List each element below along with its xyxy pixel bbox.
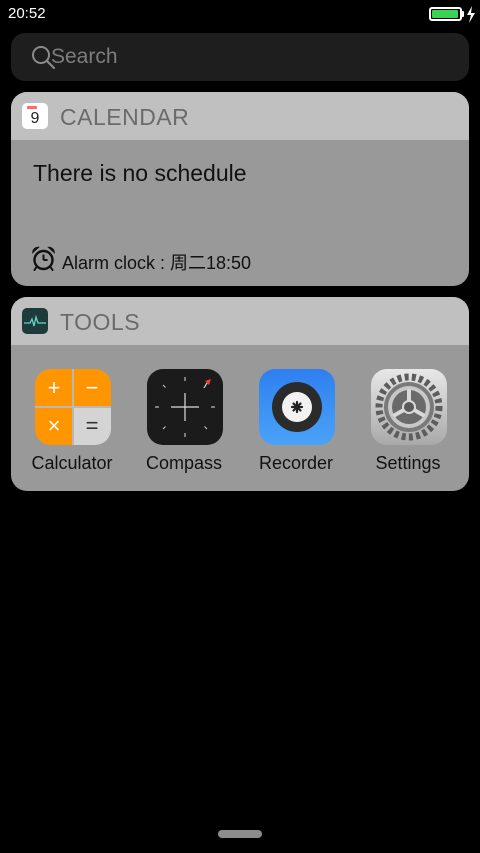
app-label-compass: Compass bbox=[145, 453, 223, 473]
calc-divider-h bbox=[35, 406, 111, 408]
calendar-icon-header bbox=[27, 106, 37, 109]
status-bar: 20:52 bbox=[0, 0, 480, 28]
app-recorder[interactable]: Recorder bbox=[241, 369, 351, 481]
recorder-icon bbox=[259, 369, 335, 445]
home-indicator[interactable] bbox=[218, 830, 262, 838]
app-calculator[interactable]: + − × = Calculator bbox=[17, 369, 127, 481]
schedule-text: There is no schedule bbox=[33, 160, 247, 186]
calendar-icon: 9 bbox=[22, 103, 48, 129]
calc-minus: − bbox=[73, 369, 111, 407]
calendar-widget-header[interactable]: 9 CALENDAR bbox=[11, 92, 469, 140]
search-bar[interactable] bbox=[11, 33, 469, 81]
calendar-icon-day: 9 bbox=[30, 110, 40, 127]
alarm-clock-icon bbox=[32, 246, 55, 271]
tools-widget-header[interactable]: TOOLS bbox=[11, 297, 469, 345]
app-compass[interactable]: Compass bbox=[129, 369, 239, 481]
charging-bolt-icon bbox=[467, 6, 475, 23]
status-time: 20:52 bbox=[8, 5, 46, 22]
tools-icon bbox=[22, 308, 48, 334]
app-label-settings: Settings bbox=[375, 453, 441, 473]
calculator-icon: + − × = bbox=[35, 369, 111, 445]
compass-dial bbox=[155, 377, 215, 437]
calendar-widget[interactable]: 9 CALENDAR There is no schedule Alarm cl… bbox=[11, 92, 469, 286]
calendar-widget-title: CALENDAR bbox=[60, 104, 190, 130]
tools-widget: TOOLS + − × = Calculator Compass Recorde… bbox=[11, 297, 469, 491]
compass-icon bbox=[147, 369, 223, 445]
app-label-calculator: Calculator bbox=[31, 453, 113, 473]
settings-gear-icon bbox=[371, 369, 447, 445]
battery-level bbox=[432, 10, 458, 18]
recorder-dial bbox=[272, 382, 322, 432]
activity-line-icon bbox=[24, 314, 46, 327]
gear-shape bbox=[375, 373, 443, 441]
app-settings[interactable]: Settings bbox=[353, 369, 463, 481]
search-input[interactable] bbox=[51, 33, 451, 81]
tools-widget-title: TOOLS bbox=[60, 309, 141, 335]
battery-icon bbox=[429, 7, 462, 21]
alarm-text[interactable]: Alarm clock : 周二18:50 bbox=[62, 249, 251, 275]
app-label-recorder: Recorder bbox=[258, 453, 334, 473]
calc-plus: + bbox=[35, 369, 73, 407]
calc-equals: = bbox=[73, 407, 111, 445]
battery-tip bbox=[462, 11, 464, 17]
calc-times: × bbox=[35, 407, 73, 445]
